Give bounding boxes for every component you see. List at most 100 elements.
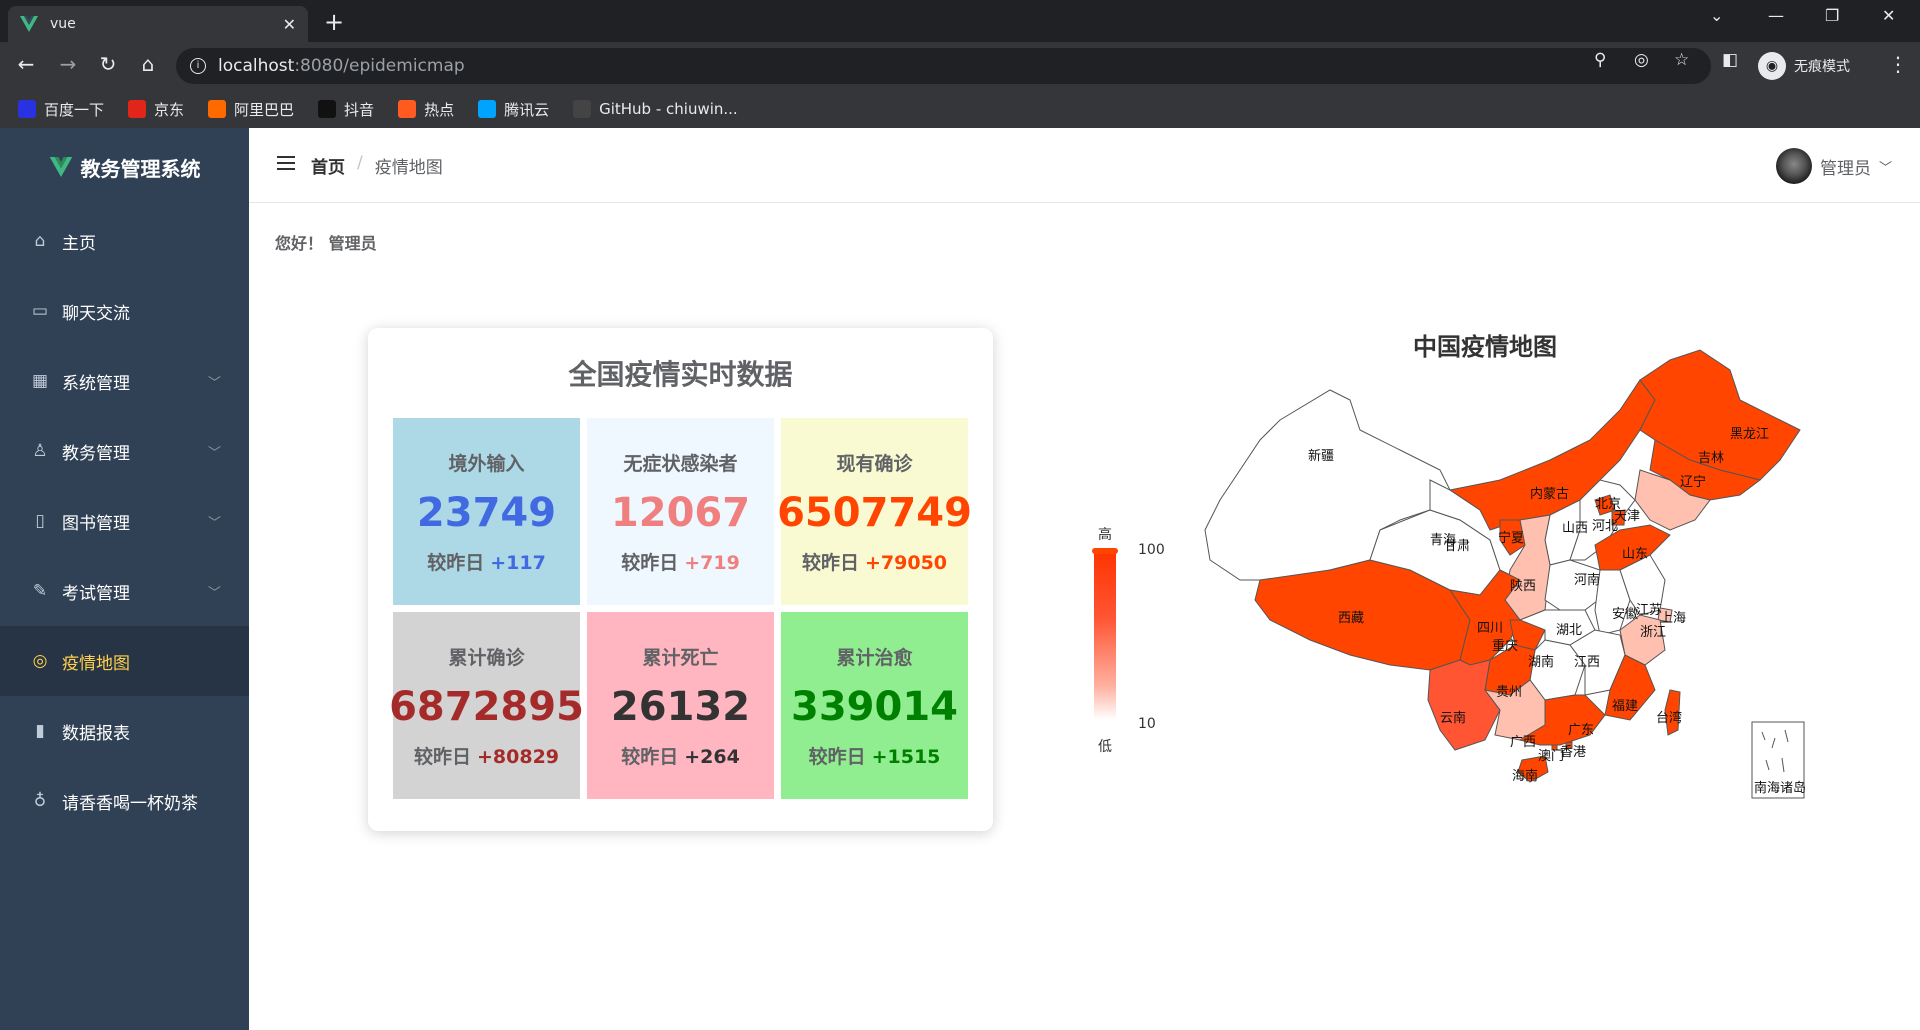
province-label: 重庆: [1492, 638, 1518, 654]
breadcrumb-current: 疫情地图: [374, 158, 443, 178]
grid-icon: ▦: [31, 371, 49, 391]
browser-tabbar: vue ✕ + ⌄ — ❐ ✕: [0, 0, 1920, 42]
stat-label: 无症状感染者: [623, 452, 738, 475]
sidebar-item-3[interactable]: ♙ 教务管理 ﹀: [0, 416, 249, 486]
visual-map-low-label: 低: [1098, 739, 1112, 755]
eye-off-icon[interactable]: ◎: [1634, 50, 1649, 70]
tab-title: vue: [50, 16, 76, 32]
address-bar[interactable]: i localhost :8080/epidemicmap: [176, 48, 1711, 84]
visual-map-bar: [1094, 550, 1116, 720]
sidebar-item-2[interactable]: ▦ 系统管理 ﹀: [0, 346, 249, 416]
browser-tab[interactable]: vue ✕: [8, 6, 308, 42]
province-label: 广西: [1510, 735, 1536, 750]
sidebar-item-label: 系统管理: [62, 373, 130, 394]
browser-toolbar: ← → ↻ ⌂ i localhost :8080/epidemicmap ⚲ …: [0, 42, 1920, 90]
stat-diff-prefix: 较昨日: [621, 551, 679, 574]
hamburger-icon[interactable]: [277, 156, 295, 174]
location-icon[interactable]: ⚲: [1594, 50, 1606, 70]
tab-search-icon[interactable]: ⌄: [1710, 6, 1723, 25]
new-tab-icon[interactable]: +: [324, 8, 344, 36]
stat-diff: 较昨日 +719: [621, 548, 740, 575]
sidebar-item-1[interactable]: ▭ 聊天交流: [0, 276, 249, 346]
bookmark-star-icon[interactable]: ☆: [1674, 50, 1689, 70]
user-name: 管理员: [1819, 158, 1871, 179]
site-info-icon[interactable]: i: [190, 58, 206, 74]
incognito-label: 无痕模式: [1794, 59, 1850, 75]
baidu-icon: [18, 100, 36, 118]
sidebar-brand[interactable]: 教务管理系统: [0, 128, 249, 206]
province-label: 贵州: [1496, 685, 1522, 700]
jd-icon: [128, 100, 147, 118]
chevron-down-icon: ﹀: [1878, 160, 1892, 176]
home-browser-icon[interactable]: ⌂: [134, 52, 162, 76]
vue-logo-icon: [49, 157, 72, 177]
top-navbar: 首页 / 疫情地图 管理员 ﹀: [249, 128, 1920, 203]
bookmark-item[interactable]: GitHub - chiuwin...: [573, 100, 738, 118]
reload-icon[interactable]: ↻: [94, 52, 122, 76]
stat-cell: 无症状感染者 12067 较昨日 +719: [587, 418, 774, 605]
browser-menu-icon[interactable]: ⋮: [1888, 52, 1908, 76]
sidebar-item-label: 主页: [62, 233, 96, 254]
stat-diff-value: +719: [684, 551, 740, 574]
bookmark-item[interactable]: 阿里巴巴: [208, 99, 294, 120]
restore-icon[interactable]: ❐: [1825, 6, 1839, 25]
sidebar-item-7[interactable]: ▮ 数据报表: [0, 696, 249, 766]
breadcrumb-separator: /: [357, 153, 363, 173]
stat-diff: 较昨日 +264: [621, 742, 740, 769]
url-path: :8080/epidemicmap: [294, 56, 465, 76]
stat-value: 6507749: [777, 489, 972, 536]
visual-map-legend: 高 100 10 低: [1080, 520, 1170, 760]
incognito-icon: ◉: [1758, 52, 1786, 80]
stat-label: 累计确诊: [448, 646, 525, 669]
visual-map-high-label: 高: [1098, 527, 1112, 543]
province-label: 江苏: [1636, 602, 1662, 618]
tencent-cloud-icon: [478, 100, 497, 118]
stat-diff-prefix: 较昨日: [801, 551, 859, 574]
bookmark-item[interactable]: 热点: [398, 99, 454, 120]
brand-title: 教务管理系统: [80, 156, 201, 181]
incognito-badge[interactable]: ◉ 无痕模式: [1758, 50, 1850, 82]
stat-value: 26132: [610, 683, 751, 730]
sidebar-item-0[interactable]: ⌂ 主页: [0, 206, 249, 276]
province-label: 河南: [1574, 572, 1600, 588]
sidebar-item-6[interactable]: ◎ 疫情地图: [0, 626, 249, 696]
stat-label: 累计治愈: [836, 646, 913, 669]
sidebar-item-label: 图书管理: [62, 513, 130, 534]
chevron-down-icon: ﹀: [207, 375, 221, 391]
sidebar-item-label: 考试管理: [62, 583, 130, 604]
stat-cell: 现有确诊 6507749 较昨日 +79050: [777, 418, 972, 605]
forward-icon[interactable]: →: [54, 52, 82, 76]
close-window-icon[interactable]: ✕: [1882, 6, 1895, 25]
province-label: 福建: [1612, 699, 1638, 714]
bookmark-item[interactable]: 京东: [128, 99, 184, 120]
stat-label: 境外输入: [448, 452, 525, 475]
chart-icon: ▮: [35, 721, 45, 741]
visual-map-handle[interactable]: [1092, 548, 1118, 554]
stat-cell: 累计确诊 6872895 较昨日 +80829: [389, 612, 584, 799]
stat-label: 现有确诊: [836, 452, 913, 475]
user-icon: ♙: [32, 441, 48, 461]
visual-map-max: 100: [1138, 542, 1165, 558]
stat-cell: 境外输入 23749 较昨日 +117: [393, 418, 580, 605]
sidebar-item-5[interactable]: ✎ 考试管理 ﹀: [0, 556, 249, 626]
tab-close-icon[interactable]: ✕: [283, 15, 296, 34]
url-host: localhost: [218, 56, 295, 76]
sidebar-item-label: 请香香喝一杯奶茶: [62, 793, 198, 814]
sidebar-item-4[interactable]: ▯ 图书管理 ﹀: [0, 486, 249, 556]
breadcrumb-home[interactable]: 首页: [311, 153, 345, 178]
china-map: 南海诸岛 新疆西藏青海甘肃宁夏内蒙古黑龙江吉林辽宁北京天津河北山西山东陕西 河南四…: [1204, 349, 1806, 799]
stat-diff-value: +1515: [871, 745, 941, 768]
sidebar-item-8[interactable]: ♁ 请香香喝一杯奶茶: [0, 766, 249, 836]
bookmark-label: 抖音: [344, 100, 375, 119]
province-label: 山西: [1562, 521, 1588, 536]
bookmark-item[interactable]: 百度一下: [18, 99, 104, 120]
minimize-icon[interactable]: —: [1768, 6, 1784, 25]
user-dropdown[interactable]: 管理员 ﹀: [1775, 148, 1892, 184]
bookmark-item[interactable]: 腾讯云: [478, 99, 549, 120]
bookmark-label: 阿里巴巴: [234, 100, 295, 119]
stat-value: 12067: [610, 489, 751, 536]
bookmark-item[interactable]: 抖音: [318, 99, 374, 120]
stat-diff: 较昨日 +117: [427, 548, 546, 575]
back-icon[interactable]: ←: [12, 52, 40, 76]
side-panel-icon[interactable]: ◧: [1722, 50, 1738, 70]
